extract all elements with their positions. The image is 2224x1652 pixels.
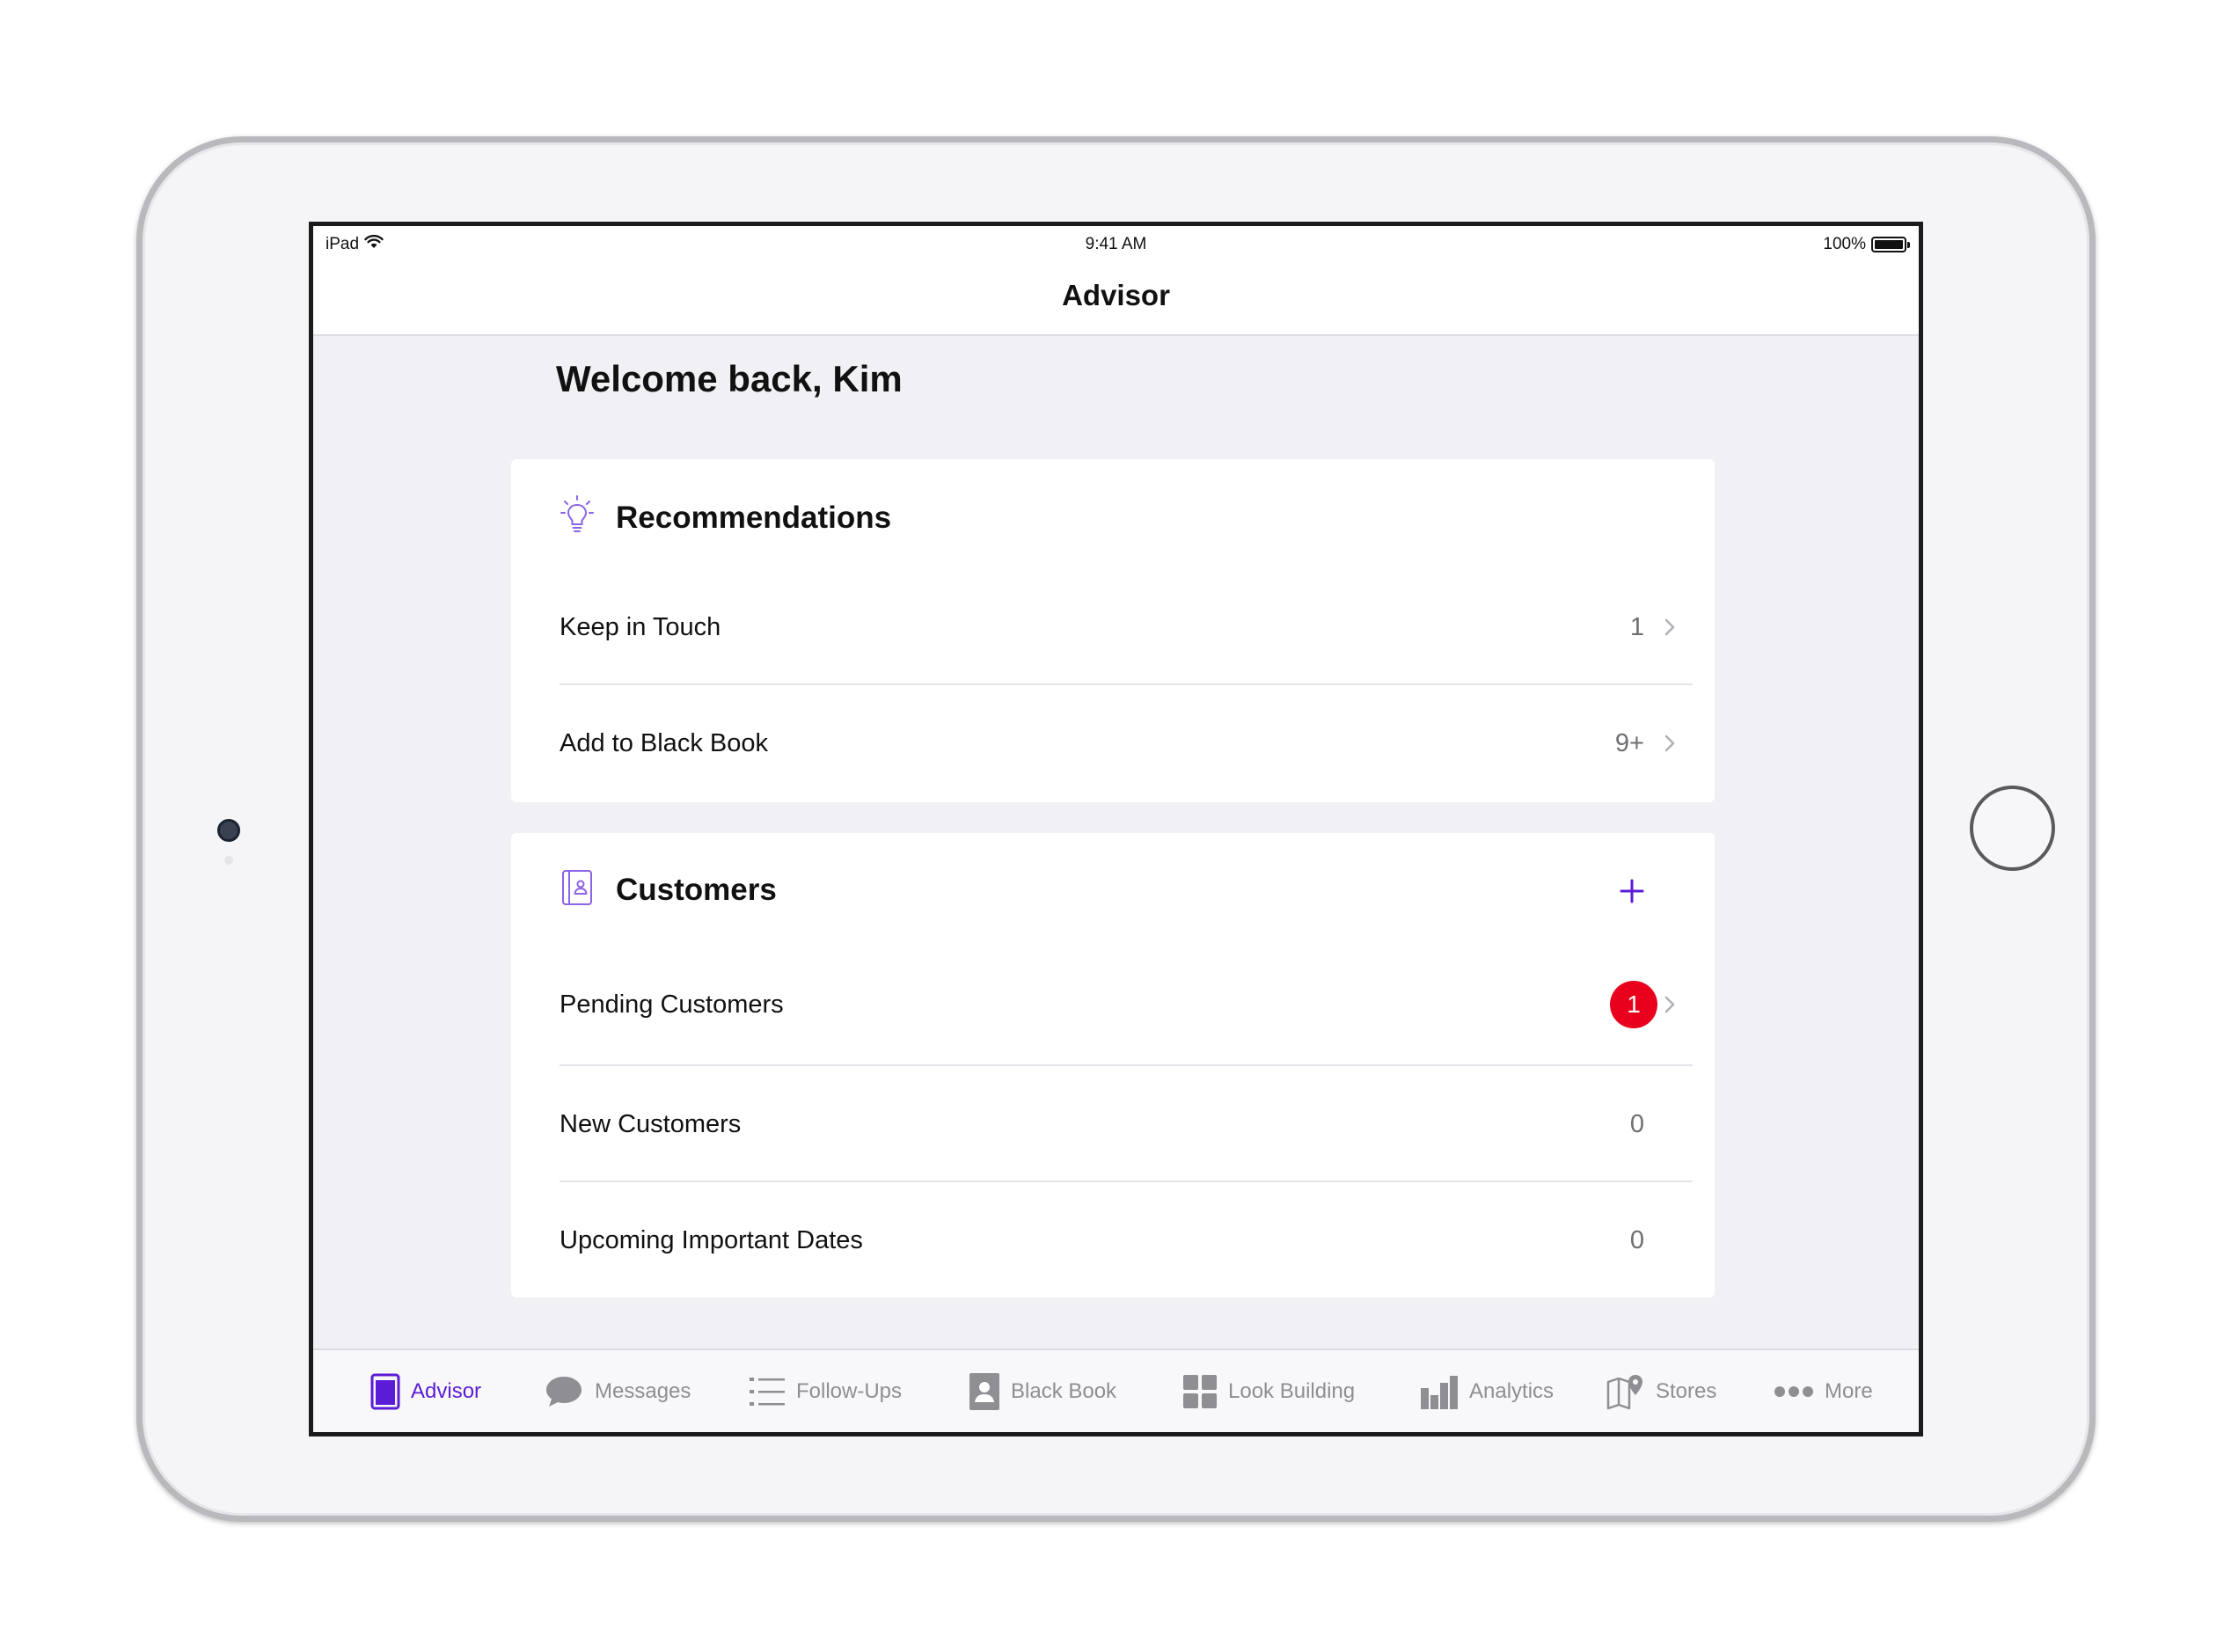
tab-label: More [1825,1379,1873,1403]
row-label: Pending Customers [560,990,784,1019]
row-count: 0 [1629,1109,1644,1138]
customers-header: Customers [560,868,777,911]
tab-label: Stores [1656,1379,1717,1403]
tab-follow-ups[interactable]: Follow-Ups [749,1370,902,1414]
row-upcoming-important-dates[interactable]: Upcoming Important Dates 0 [560,1182,1693,1298]
front-camera [217,819,240,842]
list-icon [750,1378,785,1406]
row-count: 0 [1629,1225,1644,1254]
chat-bubble-icon [546,1377,582,1407]
tab-black-book[interactable]: Black Book [969,1370,1116,1414]
recommendations-title: Recommendations [616,500,892,535]
battery-fill [1875,240,1903,249]
recommendations-card: Recommendations Keep in Touch 1 Add to B… [511,459,1715,802]
row-keep-in-touch[interactable]: Keep in Touch 1 [560,569,1693,685]
ambient-sensor [224,856,233,865]
plus-icon [1620,879,1644,903]
grid-icon [1183,1375,1217,1408]
nav-title: Advisor [1062,279,1170,311]
chevron-right-icon [1664,735,1675,752]
customers-title: Customers [616,872,777,907]
home-button[interactable] [1970,786,2055,871]
screen: iPad 9:41 AM 100% Advisor Welcome back, … [309,222,1923,1436]
chevron-right-icon [1664,618,1675,636]
tab-look-building[interactable]: Look Building [1182,1370,1355,1414]
tab-label: Messages [595,1379,691,1403]
row-new-customers[interactable]: New Customers 0 [560,1066,1693,1182]
contact-card-icon [969,1373,999,1410]
more-dots-icon [1774,1386,1813,1397]
tab-advisor[interactable]: Advisor [370,1370,481,1414]
status-right: 100% [1823,235,1910,254]
battery-icon [1871,237,1910,252]
lightbulb-icon [560,494,595,541]
battery-percent: 100% [1823,235,1866,253]
tab-label: Advisor [411,1379,482,1403]
welcome-heading: Welcome back, Kim [556,358,903,399]
recommendations-header: Recommendations [560,494,891,541]
tab-analytics[interactable]: Analytics [1420,1370,1554,1414]
status-bar: iPad 9:41 AM 100% [313,226,1919,261]
customers-card: Customers Pending Customers 1 New Custom… [511,833,1715,1297]
main-content: Welcome back, Kim Recommendations Keep i… [313,336,1919,1352]
add-customer-button[interactable] [1611,870,1653,912]
tab-label: Look Building [1228,1379,1356,1403]
tab-label: Follow-Ups [796,1379,903,1403]
status-time: 9:41 AM [1085,235,1147,253]
advisor-book-icon [370,1373,400,1410]
row-label: New Customers [560,1109,742,1138]
contacts-book-icon [560,868,595,911]
tab-stores[interactable]: Stores [1606,1370,1716,1414]
chevron-right-icon [1664,996,1675,1013]
tab-bar: Advisor Messages Follow-Ups Black Book L… [313,1349,1919,1432]
tab-messages[interactable]: Messages [544,1370,691,1414]
navigation-bar: Advisor [313,261,1919,336]
notification-badge: 1 [1610,981,1657,1028]
row-label: Keep in Touch [560,612,721,641]
row-count: 9+ [1614,728,1644,757]
row-add-to-black-book[interactable]: Add to Black Book 9+ [560,685,1693,801]
bar-chart-icon [1421,1376,1458,1409]
map-pin-icon [1606,1375,1642,1410]
row-pending-customers[interactable]: Pending Customers 1 [560,943,1693,1066]
tab-label: Black Book [1011,1379,1117,1403]
row-label: Add to Black Book [560,728,768,757]
row-label: Upcoming Important Dates [560,1225,863,1254]
tab-more[interactable]: More [1774,1370,1873,1414]
row-count: 1 [1629,612,1644,641]
tab-label: Analytics [1469,1379,1555,1403]
